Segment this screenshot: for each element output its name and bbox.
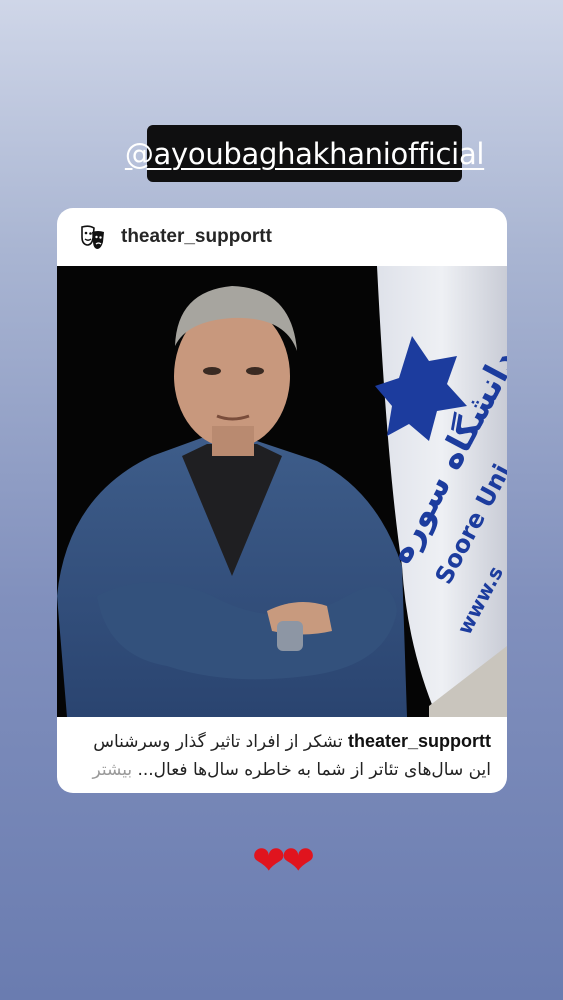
- caption-text-2: این سال‌های تئاتر از شما به خاطره سال‌ها…: [137, 760, 491, 780]
- portrait-person: [57, 286, 407, 717]
- caption-text-1: تشکر از افراد تاثیر گذار وسرشناس: [93, 732, 343, 752]
- mention-handle[interactable]: @ayoubaghakhaniofficial: [125, 137, 485, 171]
- caption-line-2: این سال‌های تئاتر از شما به خاطره سال‌ها…: [73, 756, 491, 784]
- post-image[interactable]: Soore Uni www.s دانشگاه سوره: [57, 266, 507, 717]
- post-caption: theater_supportt تشکر از افراد تاثیر گذا…: [57, 717, 507, 784]
- post-username[interactable]: theater_supportt: [121, 226, 272, 248]
- post-header: theater_supportt: [57, 208, 507, 266]
- caption-line-1: theater_supportt تشکر از افراد تاثیر گذا…: [73, 727, 491, 756]
- caption-username[interactable]: theater_supportt: [348, 731, 491, 751]
- hearts-sticker: ❤❤: [251, 838, 315, 884]
- shared-post-card[interactable]: theater_supportt Soore Uni www.s دانشگاه…: [57, 208, 507, 793]
- mention-sticker[interactable]: @ayoubaghakhaniofficial: [125, 125, 484, 182]
- theater-masks-icon: [79, 223, 107, 251]
- more-link[interactable]: بیشتر: [93, 760, 133, 780]
